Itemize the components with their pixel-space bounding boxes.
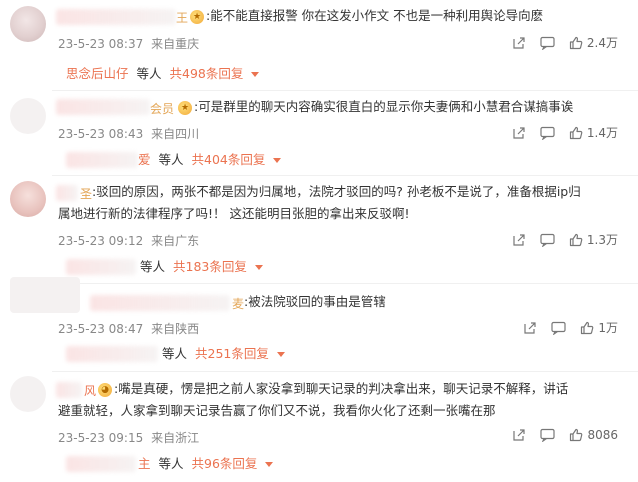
like-icon	[569, 233, 583, 246]
avatar[interactable]	[10, 277, 80, 313]
share-icon[interactable]	[512, 233, 526, 247]
comment-icon[interactable]	[540, 233, 555, 247]
comment-actions: 8086	[498, 428, 618, 442]
comment-text: :可是群里的聊天内容确实很直白的显示你夫妻俩和小慧君合谋搞事诶	[194, 99, 574, 114]
chevron-down-icon	[273, 157, 282, 163]
chevron-down-icon	[251, 71, 260, 77]
comment-icon[interactable]	[540, 36, 555, 50]
share-icon[interactable]	[512, 126, 526, 140]
like-icon	[569, 36, 583, 49]
username-suffix: 麦	[232, 297, 245, 311]
like-button[interactable]: 1万	[580, 319, 618, 336]
vip-badge-icon: ★	[178, 101, 192, 115]
comment-location: 来自浙江	[151, 431, 200, 445]
comment-location: 来自重庆	[151, 37, 200, 51]
like-count: 2.4万	[586, 36, 618, 50]
comment-text-line-2: 避重就轻，人家拿到聊天记录告赢了你们又不说，我看你火化了还剩一张嘴在那	[58, 403, 496, 418]
comment-icon[interactable]	[551, 321, 566, 335]
comment-icon[interactable]	[540, 126, 555, 140]
like-button[interactable]: 1.3万	[569, 231, 618, 248]
like-icon	[581, 321, 594, 334]
avatar[interactable]	[10, 6, 46, 42]
like-icon	[569, 126, 583, 139]
comment-meta: 23-5-23 09:15 来自浙江	[58, 429, 199, 446]
comment-meta: 23-5-23 08:47 来自陕西	[58, 320, 199, 337]
comment-text-line-1: :嘴是真硬，愣是把之前人家没拿到聊天记录的判决拿出来，聊天记录不解释，讲话	[114, 381, 569, 396]
comment-meta: 23-5-23 08:43 来自四川	[58, 125, 199, 142]
share-icon[interactable]	[523, 321, 537, 335]
comment-location: 来自四川	[151, 127, 200, 141]
like-button[interactable]: 8086	[569, 428, 618, 442]
like-icon	[570, 428, 583, 442]
comment-text-line-1: :驳回的原因，两张不都是因为归属地，法院才驳回的吗? 孙老板不是说了，准备根据i…	[92, 184, 581, 199]
reply-summary[interactable]: 等人 共183条回复	[136, 256, 263, 275]
avatar[interactable]	[10, 98, 46, 134]
username[interactable]	[56, 9, 176, 25]
avatar[interactable]	[10, 181, 46, 217]
comment-time: 23-5-23 08:43	[58, 127, 144, 141]
comment-text-line-2: 属地进行新的法律程序了吗!！ 这还能明目张胆的拿出来反驳啊!	[58, 206, 410, 221]
reply-count[interactable]: 共498条回复	[170, 66, 244, 81]
reply-count[interactable]: 共183条回复	[173, 259, 247, 274]
reply-user[interactable]: 思念后山仔	[66, 66, 129, 81]
username-suffix: 会员	[150, 102, 175, 116]
username[interactable]	[90, 295, 230, 311]
reply-summary[interactable]: 思念后山仔 等人 共498条回复	[66, 63, 260, 82]
like-button[interactable]: 1.4万	[569, 124, 618, 141]
reply-count[interactable]: 共251条回复	[195, 346, 269, 361]
reply-count[interactable]: 共404条回复	[192, 152, 266, 167]
like-count: 8086	[587, 428, 618, 442]
vip-badge-icon: ★	[190, 10, 204, 24]
comment-actions: 1.4万	[498, 124, 618, 141]
reply-user[interactable]: 主	[138, 456, 151, 471]
comment-time: 23-5-23 09:12	[58, 234, 144, 248]
comment-location: 来自广东	[151, 234, 200, 248]
share-icon[interactable]	[512, 428, 526, 442]
comment-meta: 23-5-23 08:37 来自重庆	[58, 35, 199, 52]
comment-actions: 2.4万	[498, 34, 618, 51]
comment-icon[interactable]	[540, 428, 556, 442]
comment-text: :能不能直接报警 你在这发小作文 不也是一种利用舆论导向麽	[206, 8, 544, 23]
username-suffix: 风	[84, 384, 97, 398]
chevron-down-icon	[265, 461, 274, 467]
comment-location: 来自陕西	[151, 322, 200, 336]
comment-actions: 1.3万	[498, 231, 618, 248]
like-button[interactable]: 2.4万	[569, 34, 618, 51]
username[interactable]	[56, 382, 82, 398]
comment-text: :被法院驳回的事由是管辖	[244, 294, 386, 309]
reply-count[interactable]: 共96条回复	[192, 456, 258, 471]
comment-meta: 23-5-23 09:12 来自广东	[58, 232, 199, 249]
username-suffix: 王	[176, 11, 189, 25]
like-count: 1.3万	[586, 233, 618, 247]
emoji-icon: ◕	[98, 383, 112, 397]
username[interactable]	[56, 185, 78, 201]
chevron-down-icon	[276, 351, 285, 357]
username-suffix: 圣	[80, 187, 93, 201]
comment-time: 23-5-23 08:37	[58, 37, 144, 51]
reply-summary[interactable]: 等人 共251条回复	[158, 343, 285, 362]
comment-time: 23-5-23 09:15	[58, 431, 144, 445]
reply-user[interactable]: 爱	[138, 152, 151, 167]
share-icon[interactable]	[512, 36, 526, 50]
reply-summary[interactable]: 爱 等人 共404条回复	[138, 149, 282, 168]
like-count: 1.4万	[586, 126, 618, 140]
comment-time: 23-5-23 08:47	[58, 322, 144, 336]
chevron-down-icon	[254, 264, 263, 270]
username[interactable]	[56, 99, 150, 115]
like-count: 1万	[598, 321, 618, 335]
reply-summary[interactable]: 主 等人 共96条回复	[138, 453, 274, 472]
comment-actions: 1万	[509, 319, 618, 336]
avatar[interactable]	[10, 376, 46, 412]
